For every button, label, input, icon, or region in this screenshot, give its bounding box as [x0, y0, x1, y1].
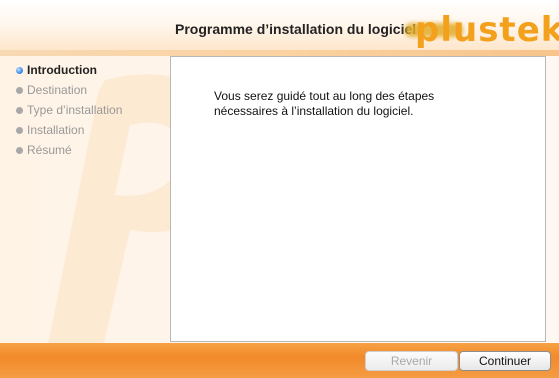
sidebar-step-install-type: Type d’installation — [16, 101, 166, 121]
intro-text-line: Vous serez guidé tout au long des étapes — [214, 89, 435, 103]
sidebar-step-label: Installation — [27, 123, 85, 137]
header-bar: Programme d’installation du logiciel plu… — [0, 0, 559, 56]
brand-logo-text: plustek — [415, 10, 559, 50]
sidebar-step-label: Type d’installation — [27, 103, 123, 117]
pending-step-icon — [16, 127, 23, 134]
sidebar-step-destination: Destination — [16, 81, 166, 101]
back-button[interactable]: Revenir — [365, 351, 458, 371]
current-step-icon — [16, 67, 23, 74]
intro-text-line: nécessaires à l’installation du logiciel… — [214, 104, 414, 118]
sidebar-step-installation: Installation — [16, 121, 166, 141]
sidebar-step-label: Résumé — [27, 143, 72, 157]
pending-step-icon — [16, 147, 23, 154]
brand-logo: plustek — [405, 11, 559, 49]
installer-window: Programme d’installation du logiciel plu… — [0, 0, 559, 378]
sidebar-step-introduction: Introduction — [16, 61, 166, 81]
sidebar-step-label: Destination — [27, 83, 88, 97]
sidebar-step-label: Introduction — [27, 63, 97, 77]
continue-button[interactable]: Continuer — [459, 351, 551, 371]
window-title: Programme d’installation du logiciel — [175, 21, 417, 37]
content-panel: Vous serez guidé tout au long des étapes… — [170, 56, 546, 342]
sidebar-steps: Introduction Destination Type d’installa… — [16, 61, 166, 161]
pending-step-icon — [16, 87, 23, 94]
pending-step-icon — [16, 107, 23, 114]
intro-text: Vous serez guidé tout au long des étapes… — [214, 89, 524, 119]
sidebar-step-summary: Résumé — [16, 141, 166, 161]
